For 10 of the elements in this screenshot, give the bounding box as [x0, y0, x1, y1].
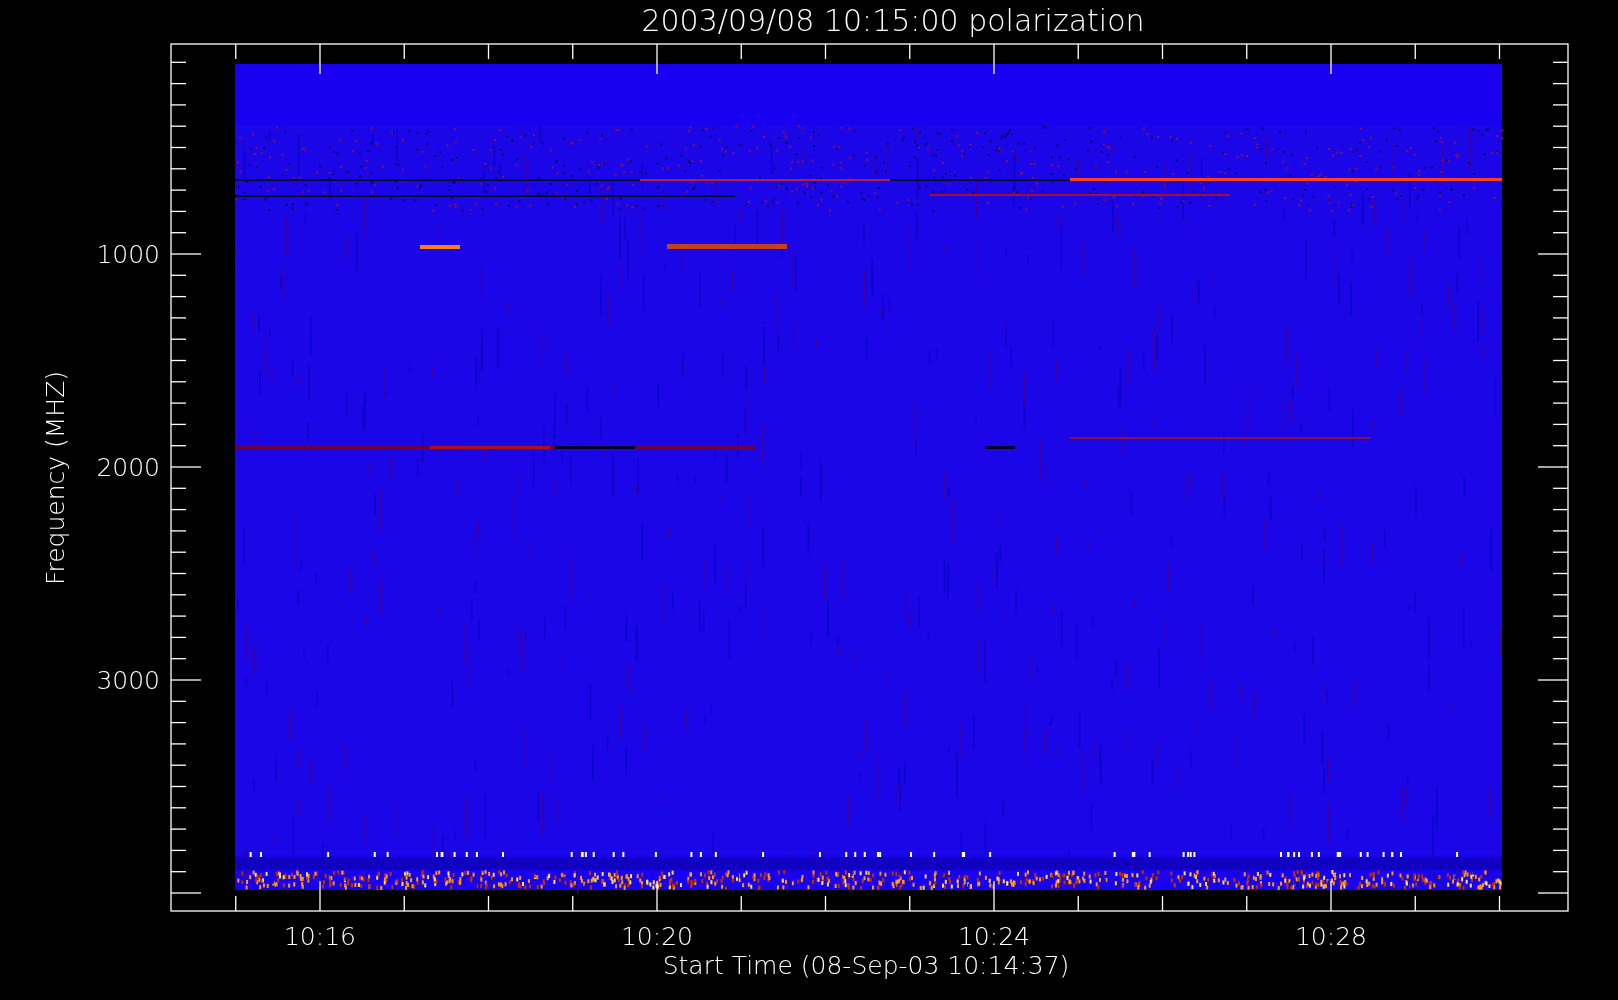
plot-title: 2003/09/08 10:15:00 polarization	[641, 3, 1145, 38]
y-tick-label: 3000	[96, 666, 160, 695]
x-tick-label: 10:24	[958, 922, 1030, 951]
y-tick-label: 1000	[96, 240, 160, 269]
y-tick-label: 2000	[96, 453, 160, 482]
y-axis-title: Frequency (MHZ)	[41, 370, 70, 586]
x-tick-label: 10:28	[1295, 922, 1367, 951]
x-axis-title: Start Time (08-Sep-03 10:14:37)	[662, 951, 1070, 980]
x-tick-label: 10:16	[284, 922, 356, 951]
x-tick-label: 10:20	[621, 922, 693, 951]
